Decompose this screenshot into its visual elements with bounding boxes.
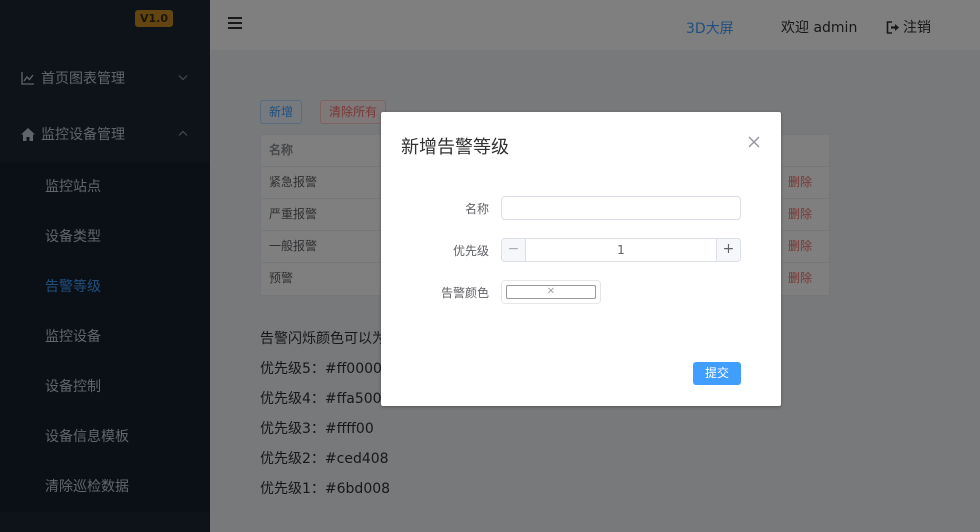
- color-swatch: ×: [506, 285, 596, 299]
- add-alarm-level-dialog: 新增告警等级 名称 优先级 − 1 + 告警颜色 × 提交: [381, 112, 781, 406]
- priority-label: 优先级: [452, 244, 489, 258]
- submit-button[interactable]: 提交: [693, 362, 741, 385]
- increase-button[interactable]: +: [716, 239, 740, 261]
- decrease-button[interactable]: −: [502, 239, 526, 261]
- empty-color-icon: ×: [546, 285, 556, 297]
- name-input[interactable]: [501, 196, 741, 220]
- close-icon[interactable]: [747, 135, 761, 149]
- color-picker[interactable]: ×: [501, 280, 601, 304]
- priority-value[interactable]: 1: [526, 239, 716, 261]
- color-label: 告警颜色: [440, 286, 489, 300]
- priority-stepper: − 1 +: [501, 238, 741, 262]
- name-label: 名称: [464, 202, 489, 216]
- dialog-title: 新增告警等级: [401, 137, 509, 158]
